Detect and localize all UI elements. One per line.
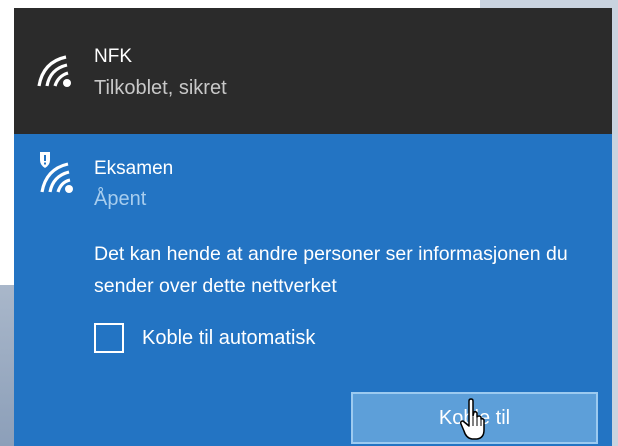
- wifi-flyout: NFK Tilkoblet, sikret Eksamen Åpent Det …: [14, 8, 612, 446]
- wifi-icon: [37, 55, 71, 87]
- network-status: Tilkoblet, sikret: [94, 77, 227, 99]
- network-item-eksamen[interactable]: Eksamen Åpent Det kan hende at andre per…: [14, 134, 612, 446]
- hand-cursor-icon: [460, 398, 485, 440]
- desktop-background-right: [612, 0, 618, 446]
- security-warning-text: Det kan hende at andre personer ser info…: [94, 243, 568, 297]
- wifi-warning-icon: [40, 152, 73, 193]
- network-status: Åpent: [94, 188, 147, 210]
- auto-connect-checkbox[interactable]: [94, 323, 124, 353]
- auto-connect-label: Koble til automatisk: [142, 326, 316, 349]
- network-name: Eksamen: [94, 158, 174, 179]
- network-name: NFK: [94, 46, 132, 67]
- network-item-nfk[interactable]: NFK Tilkoblet, sikret: [14, 8, 612, 134]
- auto-connect-option[interactable]: Koble til automatisk: [94, 320, 315, 356]
